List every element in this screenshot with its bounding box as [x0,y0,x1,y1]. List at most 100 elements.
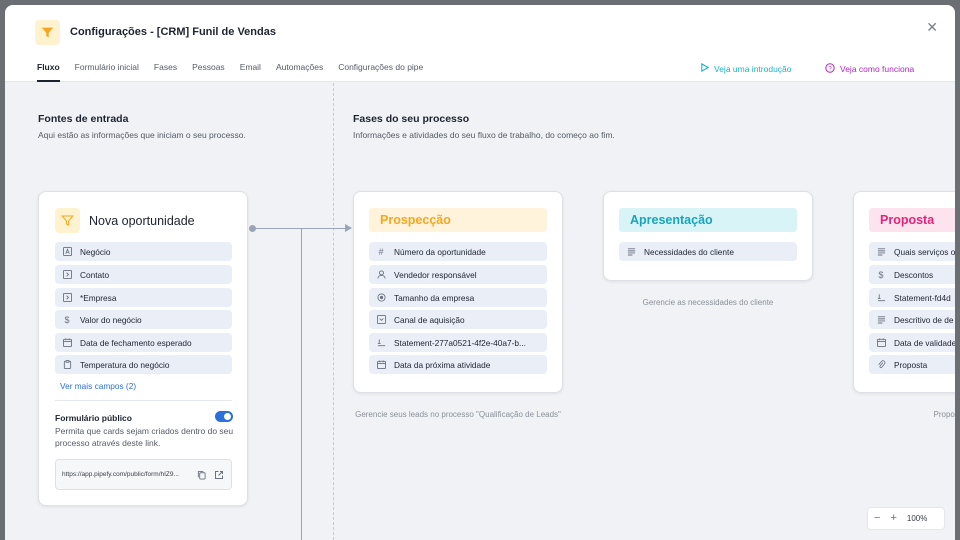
public-form-url-box: https://app.pipefy.com/public/form/hIZ9.… [55,459,232,490]
funnel-icon [35,20,60,45]
phase-title[interactable]: Proposta [869,208,955,232]
modal-header: Configurações - [CRM] Funil de Vendas ✕ … [5,5,955,82]
field-label: Vendedor responsável [394,269,477,280]
field-canal-aquisicao[interactable]: Canal de aquisição [369,310,547,329]
tab-automacoes[interactable]: Automações [276,62,323,82]
how-it-works-link[interactable]: ? Veja como funciona [825,63,914,75]
long-text-icon [876,315,886,325]
text-icon [62,247,72,257]
field-numero-oportunidade[interactable]: # Número da oportunidade [369,242,547,261]
field-data-validade[interactable]: Data de validade [869,333,955,352]
page-title: Configurações - [CRM] Funil de Vendas [70,26,276,38]
field-label: *Empresa [80,292,117,303]
dollar-icon: $ [878,269,884,280]
play-icon [700,62,710,74]
connector-handle[interactable] [249,225,256,232]
field-proposta[interactable]: Proposta [869,355,955,374]
phase-note-apresentacao: Gerencie as necessidades do cliente [642,298,774,307]
field-label: Data da próxima atividade [394,359,491,370]
hash-icon: # [378,246,384,257]
field-temperatura[interactable]: Temperatura do negócio [55,355,232,374]
radio-icon [376,293,386,303]
field-label: Valor do negócio [80,314,142,325]
tab-fluxo[interactable]: Fluxo [37,62,60,82]
field-negocio[interactable]: Negócio [55,242,232,261]
phase-card-prospeccao[interactable]: Prospecção # Número da oportunidade Vend… [353,191,563,393]
phase-note-proposta: Propostas a s [933,410,955,419]
more-fields-link[interactable]: Ver mais campos (2) [60,381,136,391]
field-label: Negócio [80,246,111,257]
phase-note-prospeccao: Gerencie seus leads no processo "Qualifi… [355,410,561,419]
calendar-icon [876,338,886,348]
tab-configuracoes-do-pipe[interactable]: Configurações do pipe [338,62,423,82]
zoom-out-button[interactable]: − [874,513,880,524]
field-contato[interactable]: Contato [55,265,232,284]
sources-title: Fontes de entrada [38,113,129,125]
long-text-icon [626,247,636,257]
statement-icon [876,293,886,303]
phases-subtitle: Informações e atividades do seu fluxo de… [353,130,615,140]
field-data-de-fechamento[interactable]: Data de fechamento esperado [55,333,232,352]
phase-card-proposta[interactable]: Proposta Quais serviços o $ Descontos St… [853,191,955,393]
tab-email[interactable]: Email [240,62,261,82]
sources-subtitle: Aqui estão as informações que iniciam o … [38,130,246,140]
phase-title[interactable]: Apresentação [619,208,797,232]
field-label: Temperatura do negócio [80,359,170,370]
field-label: Canal de aquisição [394,314,465,325]
field-descritivo[interactable]: Descritivo de de [869,310,955,329]
calendar-icon [376,360,386,370]
flow-connector-vertical [301,228,302,540]
public-form-toggle[interactable] [215,411,233,422]
external-link-icon[interactable] [213,469,224,480]
tab-pessoas[interactable]: Pessoas [192,62,225,82]
connector-arrow-icon [345,224,352,232]
field-label: Número da oportunidade [394,246,486,257]
start-form-title: Nova oportunidade [89,213,195,228]
field-label: Statement-fd4d [894,292,951,303]
calendar-icon [62,338,72,348]
field-label: Necessidades do cliente [644,246,734,257]
copy-icon[interactable] [196,469,207,480]
connection-icon [62,293,72,303]
clipboard-icon [62,360,72,370]
intro-link[interactable]: Veja uma introdução [700,62,792,74]
phase-title[interactable]: Prospecção [369,208,547,232]
tab-fases[interactable]: Fases [154,62,177,82]
field-statement[interactable]: Statement-277a0521-4f2e-40a7-b... [369,333,547,352]
field-valor-do-negocio[interactable]: $ Valor do negócio [55,310,232,329]
start-form-card[interactable]: Nova oportunidade Negócio Contato *Empre… [38,191,248,506]
funnel-outline-icon [55,208,80,233]
connection-icon [62,270,72,280]
field-data-proxima-atividade[interactable]: Data da próxima atividade [369,355,547,374]
settings-modal: Configurações - [CRM] Funil de Vendas ✕ … [5,5,955,540]
attachment-icon [876,360,886,370]
field-label: Data de fechamento esperado [80,337,192,348]
public-form-description: Permita que cards sejam criados dentro d… [55,426,234,448]
field-quais-servicos[interactable]: Quais serviços o [869,242,955,261]
public-form-url: https://app.pipefy.com/public/form/hIZ9.… [62,471,179,478]
field-statement[interactable]: Statement-fd4d [869,288,955,307]
field-label: Descontos [894,269,934,280]
field-label: Data de validade [894,337,955,348]
field-descontos[interactable]: $ Descontos [869,265,955,284]
intro-link-label: Veja uma introdução [714,63,792,74]
phase-card-apresentacao[interactable]: Apresentação Necessidades do cliente [603,191,813,281]
field-necessidades-cliente[interactable]: Necessidades do cliente [619,242,797,261]
flow-connector [253,228,347,229]
field-label: Quais serviços o [894,246,955,257]
field-vendedor[interactable]: Vendedor responsável [369,265,547,284]
user-icon [376,270,386,280]
dollar-icon: $ [64,314,70,325]
statement-icon [376,338,386,348]
zoom-in-button[interactable]: + [890,513,896,524]
field-label: Proposta [894,359,928,370]
close-icon[interactable]: ✕ [926,20,938,34]
field-tamanho-empresa[interactable]: Tamanho da empresa [369,288,547,307]
field-empresa[interactable]: *Empresa [55,288,232,307]
phases-title: Fases do seu processo [353,113,470,125]
long-text-icon [876,247,886,257]
zoom-level: 100% [906,514,928,523]
flow-canvas[interactable]: Fontes de entrada Aqui estão as informaç… [5,83,955,540]
tab-formulario-inicial[interactable]: Formulário inicial [75,62,139,82]
section-divider [333,83,334,540]
